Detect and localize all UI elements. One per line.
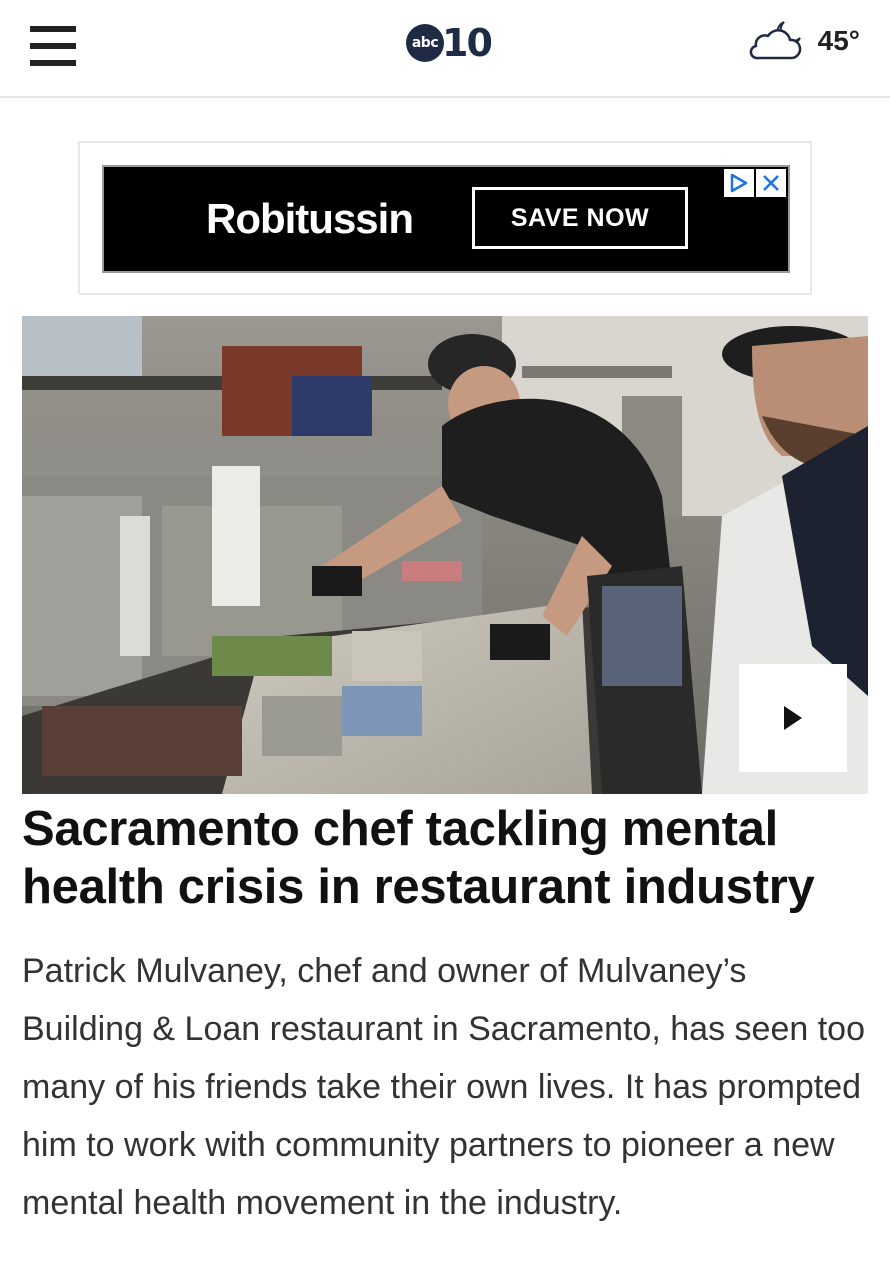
ad-controls <box>724 169 786 197</box>
ad-container: Robitussin SAVE NOW <box>78 141 812 295</box>
logo-badge: abc <box>406 24 444 62</box>
logo-number: 10 <box>442 21 493 65</box>
weather-widget[interactable]: 45° <box>744 10 860 72</box>
article-headline[interactable]: Sacramento chef tackling mental health c… <box>22 800 872 916</box>
menu-line <box>30 43 76 49</box>
hamburger-menu-icon[interactable] <box>30 24 76 68</box>
ad-banner[interactable]: Robitussin SAVE NOW <box>102 165 790 273</box>
menu-line <box>30 26 76 32</box>
adchoices-icon[interactable] <box>724 169 754 197</box>
temperature: 45° <box>817 25 860 56</box>
abc10-logo[interactable]: abc 10 <box>406 20 493 66</box>
ad-brand-name: Robitussin <box>206 195 414 242</box>
article-summary: Patrick Mulvaney, chef and owner of Mulv… <box>22 952 865 1222</box>
site-header: abc 10 45° <box>0 0 890 98</box>
play-button[interactable] <box>739 664 847 772</box>
partly-cloudy-night-icon <box>749 21 801 60</box>
close-icon[interactable] <box>756 169 786 197</box>
play-icon <box>784 706 802 730</box>
menu-line <box>30 60 76 66</box>
ad-save-now-button[interactable]: SAVE NOW <box>472 187 688 249</box>
video-player[interactable] <box>22 316 868 794</box>
